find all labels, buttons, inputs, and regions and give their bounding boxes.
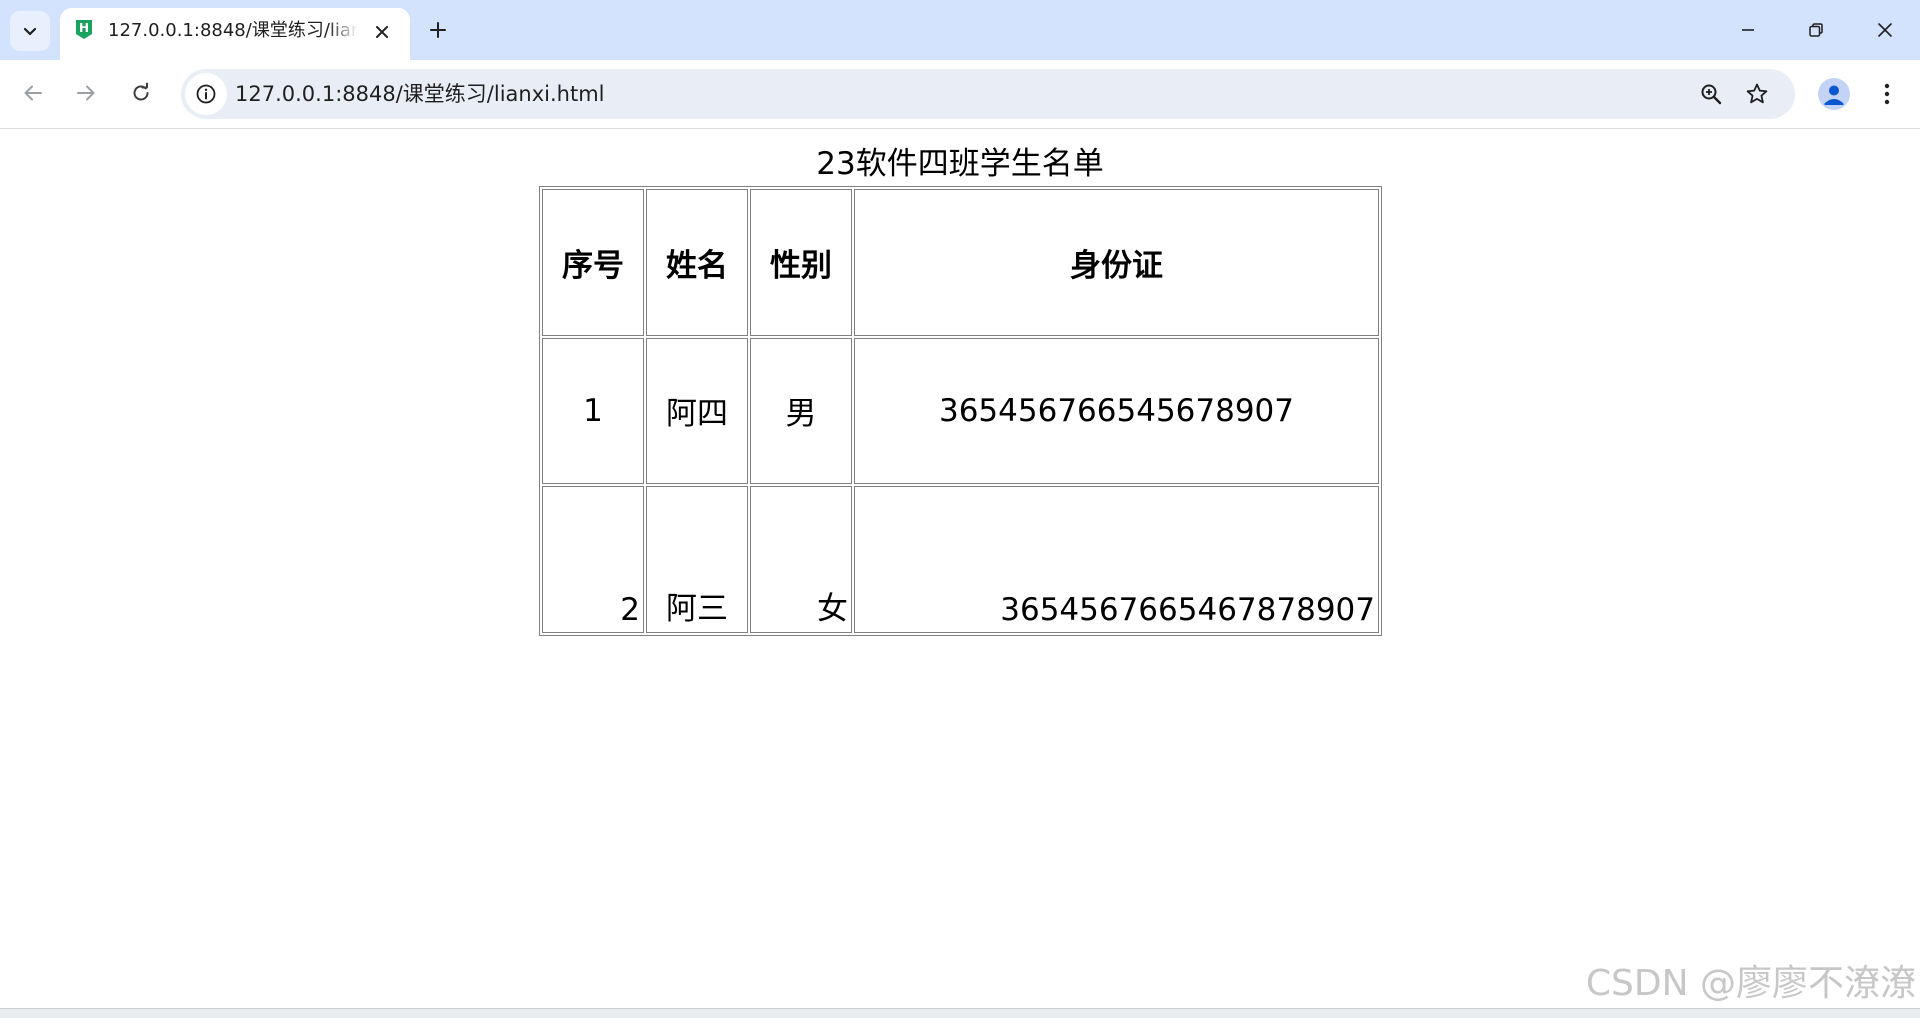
url-text[interactable]: 127.0.0.1:8848/课堂练习/lianxi.html [235,81,604,107]
more-vertical-icon [1884,83,1890,105]
svg-text:H: H [79,21,89,35]
minimize-button[interactable] [1728,10,1768,50]
cell-name: 阿四 [646,337,748,485]
arrow-right-icon [77,85,95,101]
table-header-row: 序号 姓名 性别 身份证 [542,189,1379,336]
forward-button[interactable] [68,75,104,111]
bookmark-button[interactable] [1741,78,1773,110]
restore-icon [1809,23,1823,37]
cell-id-card: 3654567665467878907 [854,486,1379,633]
restore-button[interactable] [1796,10,1836,50]
active-tab[interactable]: H 127.0.0.1:8848/课堂练习/lianxi.html [60,8,410,60]
page-viewport: 23软件四班学生名单 序号 姓名 性别 身份证 1 阿四 男 365456766… [0,130,1920,1008]
header-cell-gender: 性别 [750,189,852,336]
cell-gender: 女 [750,486,852,633]
zoom-button[interactable] [1695,78,1727,110]
header-cell-name: 姓名 [646,189,748,336]
browser-toolbar: 127.0.0.1:8848/课堂练习/lianxi.html [0,60,1920,129]
tab-close-button[interactable] [370,20,394,44]
browser-menu-button[interactable] [1870,77,1904,111]
chevron-down-icon [23,27,37,36]
student-table: 序号 姓名 性别 身份证 1 阿四 男 365456766545678907 2… [539,186,1382,636]
tab-title: 127.0.0.1:8848/课堂练习/lianxi.html [108,20,358,41]
table-row: 1 阿四 男 365456766545678907 [542,337,1379,485]
close-window-button[interactable] [1865,10,1905,50]
cell-index: 2 [542,486,644,633]
profile-avatar[interactable] [1818,78,1850,110]
cell-name: 阿三 [646,486,748,633]
reload-button[interactable] [123,75,159,111]
zoom-in-icon [1701,84,1722,105]
csdn-watermark: CSDN @廖廖不潦潦 [1585,963,1916,1004]
star-icon [1746,83,1768,104]
minimize-icon [1742,29,1754,31]
back-button[interactable] [15,75,51,111]
close-icon [1878,23,1892,37]
cell-index: 1 [542,337,644,485]
info-icon [196,84,216,104]
close-icon [376,26,388,38]
site-info-button[interactable] [185,73,227,115]
arrow-left-icon [24,85,42,101]
plus-icon [430,22,446,38]
tab-search-button[interactable] [10,11,50,51]
bottom-edge [0,1008,1920,1018]
reload-icon [133,82,149,101]
cell-id-card: 365456766545678907 [854,337,1379,485]
tab-strip: H 127.0.0.1:8848/课堂练习/lianxi.html [0,0,1920,60]
table-caption: 23软件四班学生名单 [816,146,1104,182]
table-row: 2 阿三 女 3654567665467878907 [542,486,1379,633]
new-tab-button[interactable] [422,14,454,46]
header-cell-id-card: 身份证 [854,189,1379,336]
header-cell-index: 序号 [542,189,644,336]
address-bar[interactable]: 127.0.0.1:8848/课堂练习/lianxi.html [181,69,1795,119]
hbuilder-icon: H [76,20,92,39]
person-icon [1824,85,1844,105]
cell-gender: 男 [750,337,852,485]
